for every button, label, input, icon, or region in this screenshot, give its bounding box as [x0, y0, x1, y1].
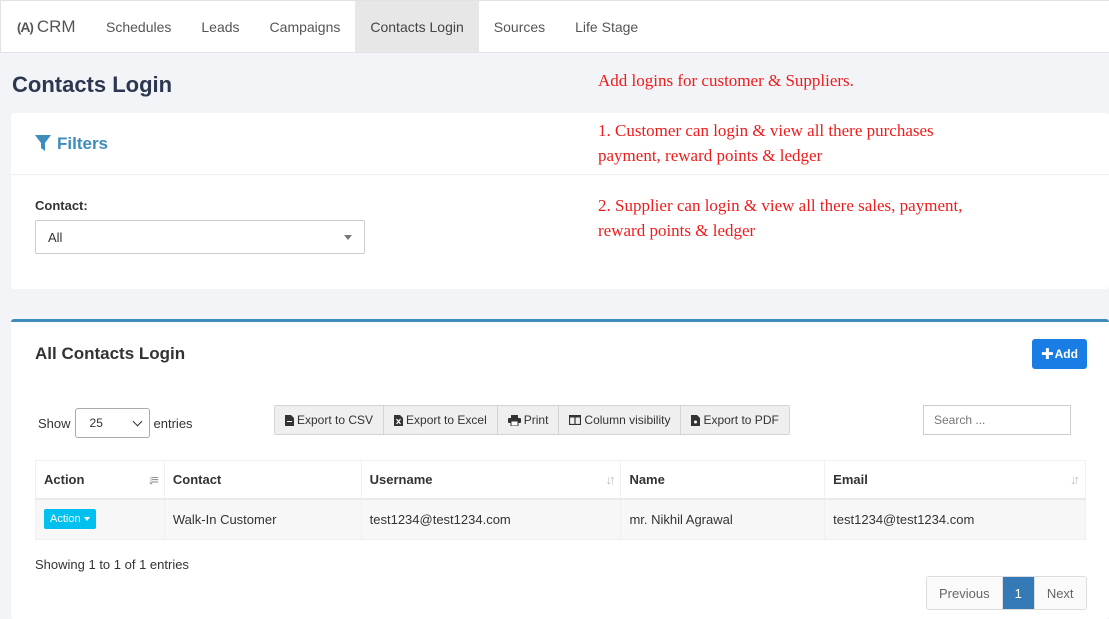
next-page-button[interactable]: Next [1034, 577, 1086, 609]
nav-life-stage[interactable]: Life Stage [560, 1, 653, 52]
sort-icon: ↓↑ [1070, 472, 1080, 487]
nav-contacts-login[interactable]: Contacts Login [355, 1, 479, 52]
table-info: Showing 1 to 1 of 1 entries [35, 557, 189, 572]
add-button[interactable]: ✚ Add [1032, 339, 1087, 369]
column-header-contact[interactable]: Contact [163, 460, 362, 500]
export-pdf-button[interactable]: Export to PDF [681, 406, 789, 434]
brand-label: CRM [36, 16, 76, 36]
list-title: All Contacts Login [35, 344, 186, 363]
filter-icon [35, 135, 51, 151]
column-header-label: Name [629, 471, 665, 487]
row-action-label: Action [50, 513, 81, 526]
annotation-note-2b: payment, reward points & ledger [598, 146, 823, 165]
export-csv-label: Export to CSV [297, 413, 374, 427]
filters-header[interactable]: Filters [11, 113, 1109, 175]
cell-name: mr. Nikhil Agrawal [620, 498, 826, 540]
export-button-group: Export to CSV Export to Excel Print Colu… [274, 405, 790, 435]
column-header-label: Contact [172, 471, 222, 487]
broadcast-icon: (A) [17, 18, 34, 35]
row-action-button[interactable]: Action [44, 509, 96, 530]
columns-icon [569, 415, 582, 425]
page-length-control: Show 25 entries [38, 408, 193, 438]
contacts-login-table: Action ↓≡ Contact Username ↓↑ Name Email… [35, 460, 1086, 540]
column-header-label: Email [833, 471, 868, 487]
page-title: Contacts Login [12, 72, 173, 97]
contact-select[interactable]: All [35, 220, 365, 254]
search-input[interactable] [923, 405, 1071, 435]
cell-action: Action [35, 498, 165, 540]
print-button[interactable]: Print [497, 406, 560, 434]
export-pdf-label: Export to PDF [703, 413, 779, 427]
excel-file-icon [394, 414, 404, 426]
column-visibility-label: Column visibility [584, 413, 671, 427]
pdf-file-icon [691, 414, 701, 426]
top-navbar: (A) CRM Schedules Leads Campaigns Contac… [0, 0, 1109, 53]
column-header-email[interactable]: Email ↓↑ [824, 460, 1086, 500]
column-header-action[interactable]: Action ↓≡ [35, 460, 165, 500]
contact-select-value: All [48, 229, 63, 245]
caret-down-icon [344, 234, 352, 240]
show-label: Show [38, 415, 71, 431]
annotation-note-1: Add logins for customer & Suppliers. [598, 71, 854, 90]
nav-campaigns[interactable]: Campaigns [255, 1, 356, 52]
column-header-username[interactable]: Username ↓↑ [360, 460, 622, 500]
cell-contact: Walk-In Customer [163, 498, 362, 540]
cell-email: test1234@test1234.com [824, 498, 1086, 540]
chevron-down-icon [132, 416, 142, 426]
sort-icon: ↓↑ [605, 472, 615, 487]
print-icon [507, 414, 521, 426]
table-row: Action Walk-In Customer test1234@test123… [35, 498, 1086, 540]
caret-down-icon [83, 517, 90, 522]
column-header-label: Action [44, 471, 85, 487]
entries-label: entries [153, 415, 193, 431]
column-header-name[interactable]: Name [620, 460, 826, 500]
export-csv-button[interactable]: Export to CSV [275, 406, 385, 434]
table-header-row: Action ↓≡ Contact Username ↓↑ Name Email… [35, 460, 1086, 500]
column-visibility-button[interactable]: Column visibility [559, 406, 682, 434]
previous-page-button[interactable]: Previous [927, 577, 1003, 609]
print-label: Print [523, 413, 549, 427]
cell-username: test1234@test1234.com [360, 498, 622, 540]
nav-leads[interactable]: Leads [186, 1, 254, 52]
page-length-select[interactable]: 25 [74, 408, 150, 438]
export-excel-button[interactable]: Export to Excel [384, 406, 498, 434]
contact-label: Contact: [35, 198, 88, 213]
export-excel-label: Export to Excel [406, 413, 487, 427]
annotation-note-3b: reward points & ledger [598, 221, 756, 240]
annotation-note-2a: 1. Customer can login & view all there p… [598, 121, 934, 140]
nav-schedules[interactable]: Schedules [91, 1, 186, 52]
nav-sources[interactable]: Sources [479, 1, 560, 52]
sort-desc-icon: ↓≡ [147, 472, 159, 487]
page-1-button[interactable]: 1 [1002, 577, 1035, 609]
page-length-value: 25 [89, 416, 103, 430]
plus-icon: ✚ [1041, 346, 1054, 363]
add-button-label: Add [1054, 347, 1078, 361]
crm-brand[interactable]: (A) CRM [1, 1, 91, 52]
pagination: Previous 1 Next [926, 576, 1087, 610]
csv-file-icon [285, 414, 294, 426]
filters-title: Filters [57, 133, 109, 153]
annotation-note-3a: 2. Supplier can login & view all there s… [598, 196, 963, 215]
column-header-label: Username [369, 471, 433, 487]
contacts-login-box: All Contacts Login ✚ Add Show 25 entries… [11, 319, 1109, 619]
